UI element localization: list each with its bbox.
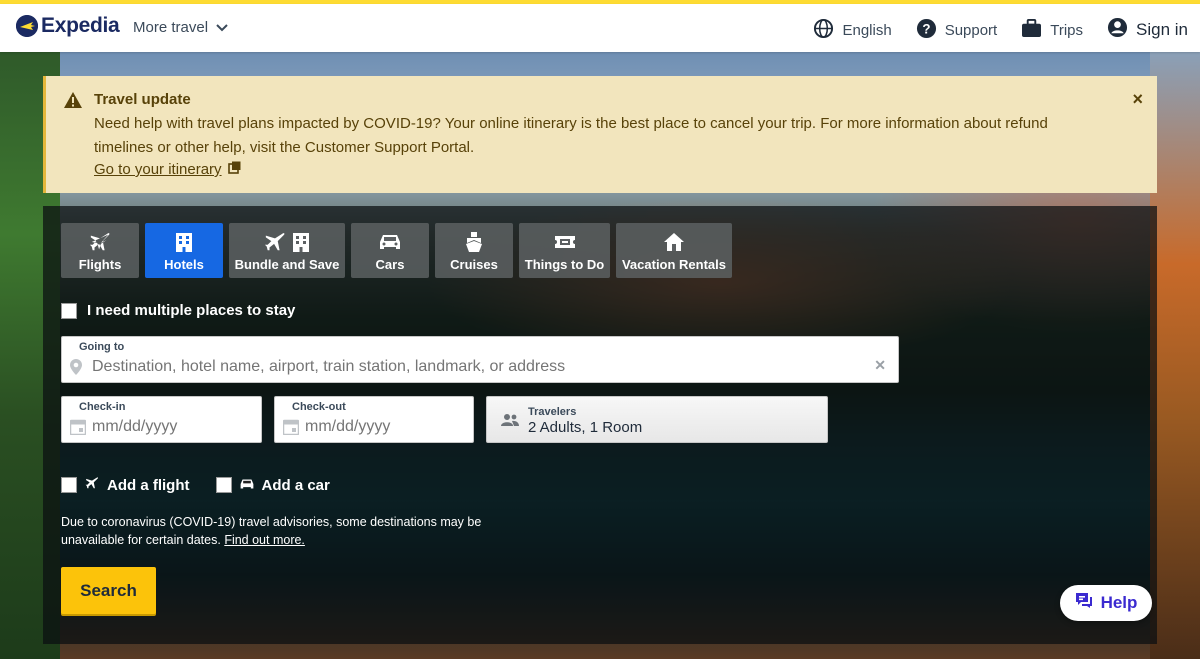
travelers-icon [501, 413, 519, 431]
itinerary-link-label: Go to your itinerary [94, 161, 222, 178]
check-in-input[interactable] [92, 418, 252, 436]
support-link[interactable]: ? Support [916, 18, 998, 43]
logo-plane-icon [16, 15, 38, 37]
calendar-icon [69, 419, 87, 440]
tab-things-to-do[interactable]: Things to Do [519, 223, 610, 278]
alert-title: Travel update [94, 91, 191, 108]
plane-icon [85, 476, 99, 494]
covid-advisory: Due to coronavirus (COVID-19) travel adv… [61, 513, 521, 549]
going-to-input[interactable] [92, 358, 852, 376]
add-flight-label: Add a flight [107, 476, 190, 494]
check-out-label: Check-out [292, 401, 346, 413]
language-selector[interactable]: English [813, 18, 892, 43]
hero-background-trees-right [1150, 52, 1200, 659]
briefcase-icon [1021, 18, 1042, 42]
tab-cruises[interactable]: Cruises [435, 223, 513, 278]
travelers-selector[interactable]: Travelers 2 Adults, 1 Room [486, 396, 828, 443]
header-nav: English ? Support Trips Sign in [813, 17, 1188, 43]
travelers-value: 2 Adults, 1 Room [528, 419, 643, 436]
hotel-icon [175, 231, 193, 253]
car-icon [240, 477, 254, 494]
trips-link[interactable]: Trips [1021, 18, 1084, 42]
itinerary-link[interactable]: Go to your itinerary [94, 161, 241, 178]
add-flight-option[interactable]: Add a flight [61, 476, 190, 494]
add-ons: Add a flight Add a car [61, 476, 330, 494]
tab-bundle-and-save[interactable]: Bundle and Save [229, 223, 345, 278]
car-icon [379, 231, 401, 253]
find-out-more-link[interactable]: Find out more. [224, 533, 305, 547]
calendar-icon [282, 419, 300, 440]
house-icon [663, 231, 685, 253]
language-label: English [842, 21, 892, 39]
globe-icon [813, 18, 834, 43]
check-in-label: Check-in [79, 401, 126, 413]
multiple-places-option[interactable]: I need multiple places to stay [61, 302, 295, 319]
more-travel-label: More travel [133, 19, 209, 36]
help-button[interactable]: Help [1060, 585, 1152, 621]
tab-label: Vacation Rentals [621, 257, 727, 272]
plane-icon [89, 231, 111, 253]
tab-label: Hotels [164, 257, 204, 272]
svg-text:?: ? [922, 21, 930, 36]
warning-icon [64, 92, 82, 108]
tab-hotels[interactable]: Hotels [145, 223, 223, 278]
tab-flights[interactable]: Flights [61, 223, 139, 278]
tab-label: Flights [78, 257, 122, 272]
site-header: Expedia More travel English ? Support Tr… [0, 4, 1200, 52]
ticket-icon [554, 231, 576, 253]
add-car-label: Add a car [261, 476, 330, 494]
add-flight-checkbox[interactable] [61, 477, 77, 493]
help-label: Help [1100, 593, 1138, 612]
multiple-places-label: I need multiple places to stay [87, 302, 296, 319]
tab-cars[interactable]: Cars [351, 223, 429, 278]
add-car-checkbox[interactable] [215, 477, 232, 493]
tab-label: Bundle and Save [234, 257, 340, 272]
expedia-logo[interactable]: Expedia [16, 14, 120, 38]
more-travel-menu[interactable]: More travel [133, 19, 228, 36]
external-link-icon [227, 161, 241, 178]
check-out-input[interactable] [305, 418, 465, 436]
going-to-field[interactable]: Going to ✕ [61, 336, 899, 383]
bundle-icon [264, 231, 310, 253]
tab-label: Cruises [450, 257, 498, 272]
search-tabs: Flights Hotels Bundle and Save Cars Crui… [61, 223, 732, 278]
trips-label: Trips [1050, 21, 1084, 39]
sign-in-label: Sign in [1136, 20, 1188, 39]
location-pin-icon [70, 359, 82, 380]
help-circle-icon: ? [916, 18, 937, 43]
travel-update-alert: Travel update Need help with travel plan… [43, 76, 1157, 193]
check-out-field[interactable]: Check-out [274, 396, 474, 443]
clear-icon[interactable]: ✕ [874, 357, 886, 374]
search-panel: Flights Hotels Bundle and Save Cars Crui… [43, 206, 1157, 644]
add-car-option[interactable]: Add a car [215, 476, 330, 494]
travelers-label: Travelers [528, 406, 577, 418]
tab-vacation-rentals[interactable]: Vacation Rentals [616, 223, 732, 278]
chat-icon [1075, 592, 1093, 614]
tab-label: Things to Do [524, 257, 605, 272]
check-in-field[interactable]: Check-in [61, 396, 262, 443]
alert-body: Need help with travel plans impacted by … [94, 115, 1048, 156]
support-label: Support [944, 21, 998, 39]
alert-close-button[interactable]: × [1132, 89, 1143, 110]
logo-text: Expedia [41, 14, 120, 37]
tab-label: Cars [375, 257, 405, 272]
going-to-label: Going to [79, 341, 125, 353]
multiple-places-checkbox[interactable] [61, 302, 77, 319]
chevron-down-icon [216, 19, 228, 36]
account-icon [1107, 17, 1128, 43]
cruise-icon [464, 231, 484, 253]
search-button[interactable]: Search [61, 567, 156, 614]
sign-in-link[interactable]: Sign in [1107, 17, 1188, 43]
